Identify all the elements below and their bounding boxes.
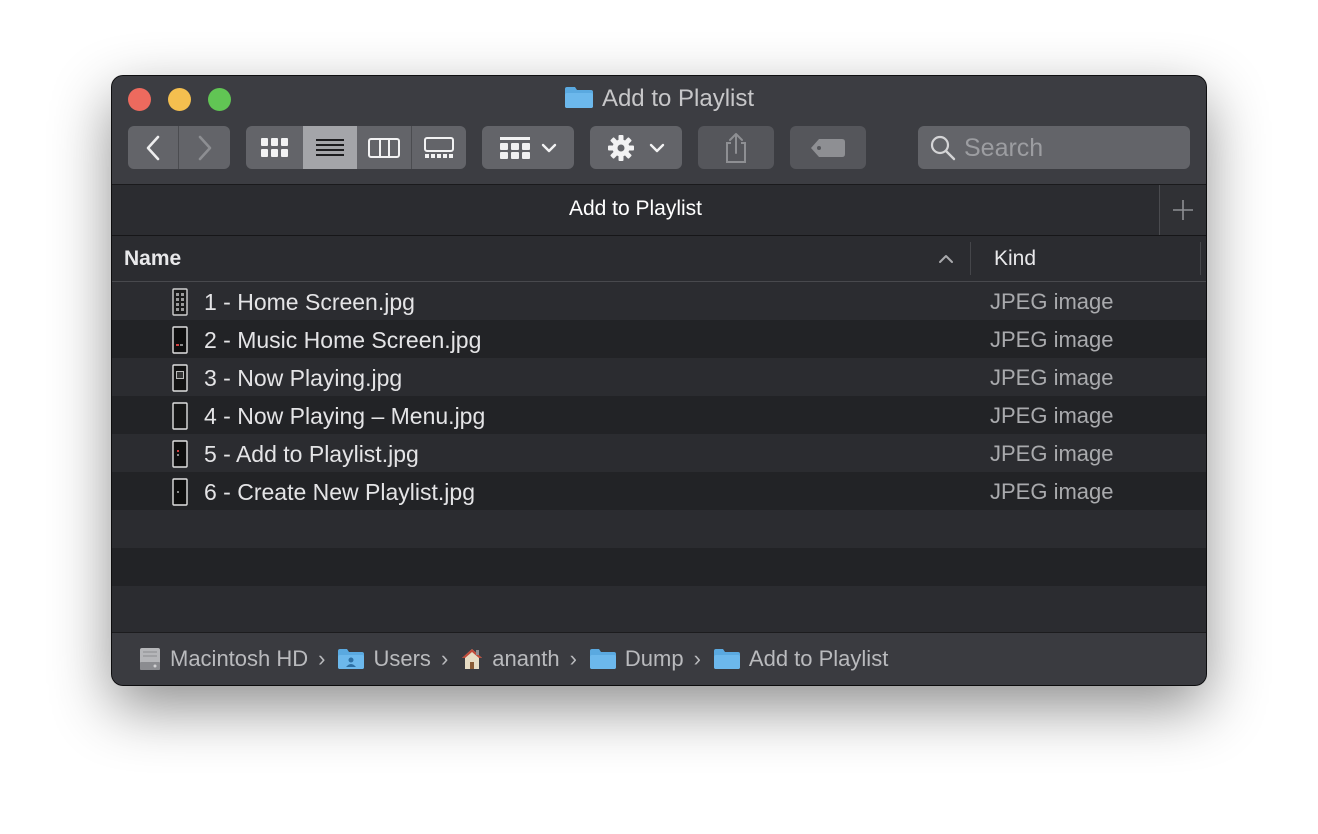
jpeg-file-icon xyxy=(172,326,188,354)
file-name: 4 - Now Playing – Menu.jpg xyxy=(204,403,486,429)
path-separator: › xyxy=(569,646,577,671)
search-icon xyxy=(930,135,956,161)
file-name: 2 - Music Home Screen.jpg xyxy=(204,327,482,353)
hard-drive-icon xyxy=(138,647,162,671)
column-view-button[interactable] xyxy=(357,126,411,169)
folder-icon xyxy=(564,85,594,116)
file-kind: JPEG image xyxy=(990,403,1114,428)
users-folder-icon xyxy=(337,648,365,670)
path-item-label: Add to Playlist xyxy=(748,646,889,671)
file-name: 6 - Create New Playlist.jpg xyxy=(204,479,475,505)
file-row[interactable]: 5 - Add to Playlist.jpg JPEG image xyxy=(112,434,1206,472)
finder-window: Add to Playlist Search Add to Playlist N… xyxy=(112,76,1206,685)
column-header-row: Name Kind xyxy=(112,236,1206,282)
list-view-button[interactable] xyxy=(303,126,357,169)
path-item-label: Macintosh HD xyxy=(170,646,309,671)
file-row[interactable]: 3 - Now Playing.jpg JPEG image xyxy=(112,358,1206,396)
forward-button[interactable] xyxy=(179,126,230,169)
window-title: Add to Playlist xyxy=(112,85,1206,116)
file-list: 1 - Home Screen.jpg JPEG image 2 - Music… xyxy=(112,282,1206,624)
back-button[interactable] xyxy=(128,126,178,169)
jpeg-file-icon xyxy=(172,478,188,506)
path-item-label: Users xyxy=(373,646,431,671)
action-menu-button[interactable] xyxy=(590,126,682,169)
file-name: 3 - Now Playing.jpg xyxy=(204,365,403,391)
share-icon xyxy=(726,132,746,163)
grid-icon xyxy=(260,137,288,157)
tags-button[interactable] xyxy=(790,126,866,169)
file-row[interactable]: 4 - Now Playing – Menu.jpg JPEG image xyxy=(112,396,1206,434)
list-icon xyxy=(316,138,344,156)
title-bar: Add to Playlist Search xyxy=(112,76,1206,185)
new-tab-button[interactable] xyxy=(1159,185,1206,235)
plus-icon xyxy=(1173,200,1193,220)
group-icon xyxy=(500,136,530,159)
chevron-right-icon xyxy=(198,135,211,160)
path-bar: Macintosh HD › Users › ananth › Dump › A… xyxy=(112,632,1206,685)
path-item-add-to-playlist[interactable]: Add to Playlist xyxy=(713,646,888,672)
file-name: 5 - Add to Playlist.jpg xyxy=(204,441,419,467)
path-item-ananth[interactable]: ananth xyxy=(460,646,560,672)
empty-row xyxy=(112,586,1206,624)
back-forward-control xyxy=(128,126,230,169)
path-item-label: Dump xyxy=(624,646,684,671)
path-separator: › xyxy=(318,646,326,671)
search-placeholder: Search xyxy=(964,134,1044,162)
file-kind: JPEG image xyxy=(990,289,1114,314)
file-row[interactable]: 6 - Create New Playlist.jpg JPEG image xyxy=(112,472,1206,510)
empty-row xyxy=(112,510,1206,548)
folder-icon xyxy=(589,648,617,670)
file-row[interactable]: 2 - Music Home Screen.jpg JPEG image xyxy=(112,320,1206,358)
group-by-button[interactable] xyxy=(482,126,574,169)
empty-row xyxy=(112,548,1206,586)
tag-icon xyxy=(811,138,845,157)
sort-ascending-icon xyxy=(939,255,953,263)
share-button[interactable] xyxy=(698,126,774,169)
gallery-view-button[interactable] xyxy=(412,126,466,169)
view-mode-control xyxy=(246,126,466,169)
tab-bar: Add to Playlist xyxy=(112,185,1206,236)
path-item-macintosh-hd[interactable]: Macintosh HD xyxy=(138,646,308,672)
path-separator: › xyxy=(440,646,449,671)
jpeg-file-icon xyxy=(172,440,188,468)
path-item-dump[interactable]: Dump xyxy=(589,646,684,672)
search-field[interactable]: Search xyxy=(918,126,1190,169)
window-title-text: Add to Playlist xyxy=(601,85,755,112)
jpeg-file-icon xyxy=(172,364,188,392)
icon-view-button[interactable] xyxy=(246,126,303,169)
jpeg-file-icon xyxy=(172,402,188,430)
columns-icon xyxy=(368,137,400,158)
folder-icon xyxy=(713,648,741,670)
chevron-left-icon xyxy=(146,135,160,160)
file-kind: JPEG image xyxy=(990,441,1114,466)
home-icon xyxy=(460,647,484,671)
gear-icon xyxy=(608,134,634,161)
gallery-icon xyxy=(424,136,454,158)
file-row[interactable]: 1 - Home Screen.jpg JPEG image xyxy=(112,282,1206,320)
tab-add-to-playlist[interactable]: Add to Playlist xyxy=(112,197,1159,221)
file-name: 1 - Home Screen.jpg xyxy=(204,289,415,315)
path-item-label: ananth xyxy=(492,646,560,671)
file-kind: JPEG image xyxy=(990,327,1114,352)
path-item-users[interactable]: Users xyxy=(337,646,431,672)
chevron-down-icon xyxy=(541,143,557,152)
file-kind: JPEG image xyxy=(990,365,1114,390)
column-header-name[interactable]: Name xyxy=(124,247,181,271)
path-separator: › xyxy=(693,646,701,671)
column-header-kind[interactable]: Kind xyxy=(994,247,1036,271)
chevron-down-icon xyxy=(649,143,665,152)
file-kind: JPEG image xyxy=(990,479,1114,504)
jpeg-file-icon xyxy=(172,288,188,316)
